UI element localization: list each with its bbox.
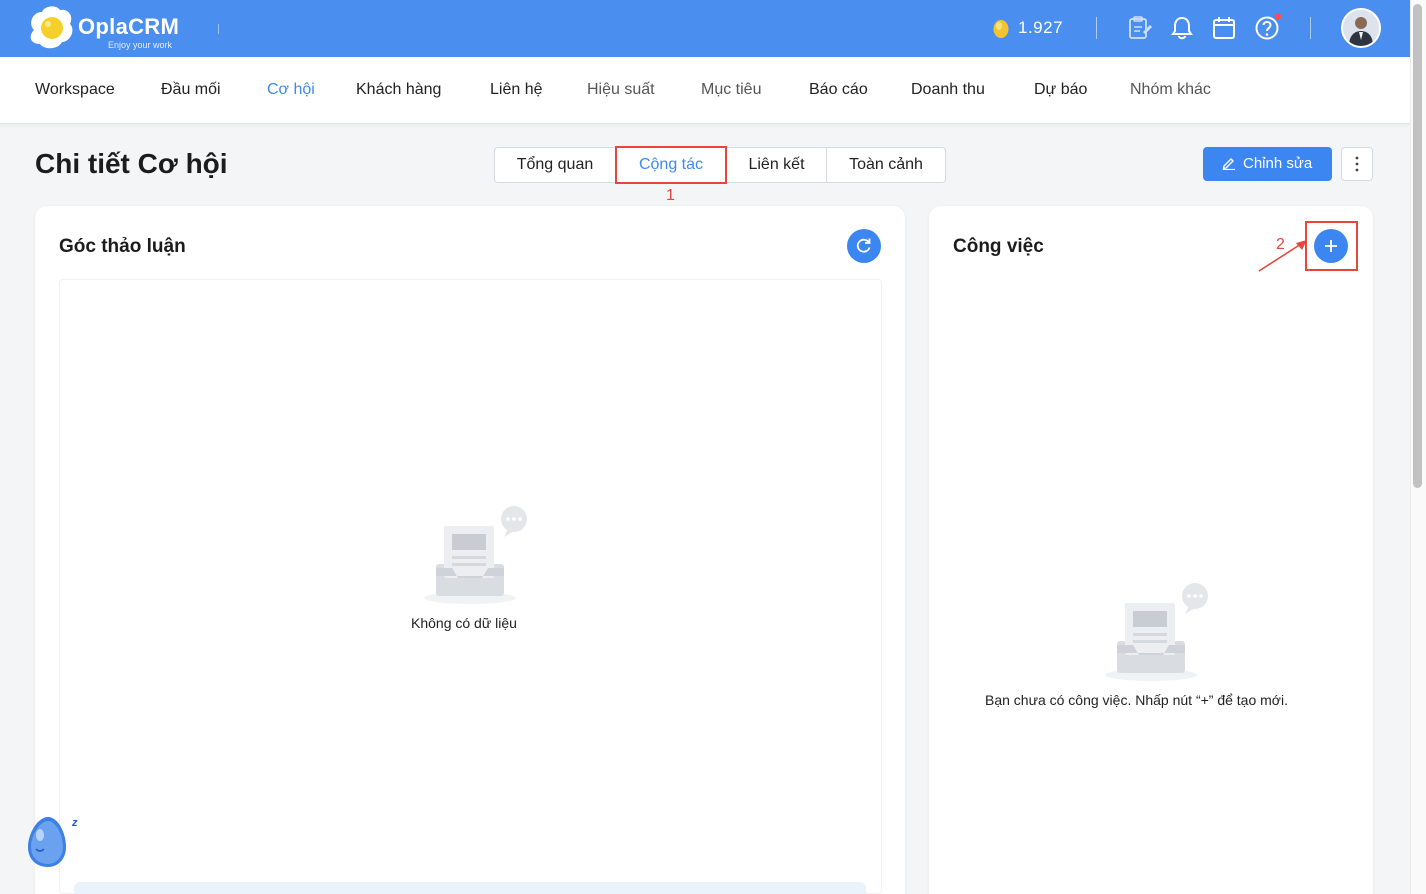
more-options-button[interactable] (1341, 147, 1373, 181)
nav-item-customers[interactable]: Khách hàng (356, 81, 441, 99)
logo-tagline: Enjoy your work (108, 40, 173, 50)
edit-button[interactable]: Chỉnh sửa (1203, 147, 1332, 181)
clipboard-icon[interactable] (1125, 14, 1153, 42)
logo-name: OplaCRM (78, 14, 180, 39)
topbar-divider (1096, 17, 1097, 39)
tab-full-view[interactable]: Toàn cảnh (827, 148, 945, 182)
tab-overview[interactable]: Tổng quan (495, 148, 615, 182)
logo-egg-icon (30, 6, 73, 49)
help-icon[interactable] (1253, 14, 1281, 42)
tab-links[interactable]: Liên kết (727, 148, 826, 182)
nav-item-performance[interactable]: Hiệu suất (587, 81, 655, 99)
tasks-card (929, 206, 1373, 894)
calendar-icon[interactable] (1210, 14, 1238, 42)
sleep-indicator: z (72, 817, 78, 829)
scrollbar-thumb[interactable] (1413, 4, 1422, 488)
nav-item-revenue[interactable]: Doanh thu (911, 81, 985, 99)
step2-highlight-box (1305, 221, 1358, 271)
empty-inbox-icon (1105, 583, 1208, 681)
nav-item-contacts[interactable]: Liên hệ (490, 81, 543, 99)
page-title: Chi tiết Cơ hội (35, 148, 228, 179)
topbar-divider (218, 24, 219, 34)
nav-item-reports[interactable]: Báo cáo (809, 81, 868, 99)
nav-item-other-groups[interactable]: Nhóm khác (1130, 81, 1211, 99)
coin-icon (993, 20, 1009, 38)
step1-highlight-box (615, 146, 727, 184)
oplacrm-logo[interactable]: OplaCRM Enjoy your work (26, 4, 196, 52)
nav-item-opportunities[interactable]: Cơ hội (267, 81, 315, 99)
tasks-title: Công việc (953, 236, 1044, 257)
refresh-icon (856, 238, 871, 253)
annotation-arrow-icon (1258, 240, 1307, 272)
nav-item-workspace[interactable]: Workspace (35, 81, 115, 99)
empty-inbox-icon (424, 506, 527, 604)
discussion-title: Góc thảo luận (59, 236, 186, 257)
tasks-empty-text: Bạn chưa có công việc. Nhấp nút “+” để t… (985, 692, 1288, 708)
user-photo-icon (1343, 10, 1379, 46)
edit-button-label: Chỉnh sửa (1243, 155, 1313, 172)
top-bar: OplaCRM Enjoy your work 1.927 (0, 0, 1410, 57)
refresh-button[interactable] (847, 229, 881, 263)
avatar[interactable] (1341, 8, 1381, 48)
bell-icon[interactable] (1168, 14, 1196, 42)
main-nav: Workspace Đầu mối Cơ hội Khách hàng Liên… (0, 57, 1410, 124)
nav-item-leads[interactable]: Đầu mối (161, 81, 221, 99)
nav-item-forecast[interactable]: Dự báo (1034, 81, 1087, 99)
nav-item-goals[interactable]: Mục tiêu (701, 81, 761, 99)
comment-input-area[interactable] (74, 882, 866, 894)
vertical-dots-icon (1355, 156, 1359, 172)
step1-label: 1 (666, 187, 675, 204)
pencil-icon (1222, 158, 1235, 170)
coin-balance[interactable]: 1.927 (1018, 18, 1063, 38)
discussion-empty-text: Không có dữ liệu (411, 615, 517, 631)
topbar-divider (1310, 17, 1311, 39)
